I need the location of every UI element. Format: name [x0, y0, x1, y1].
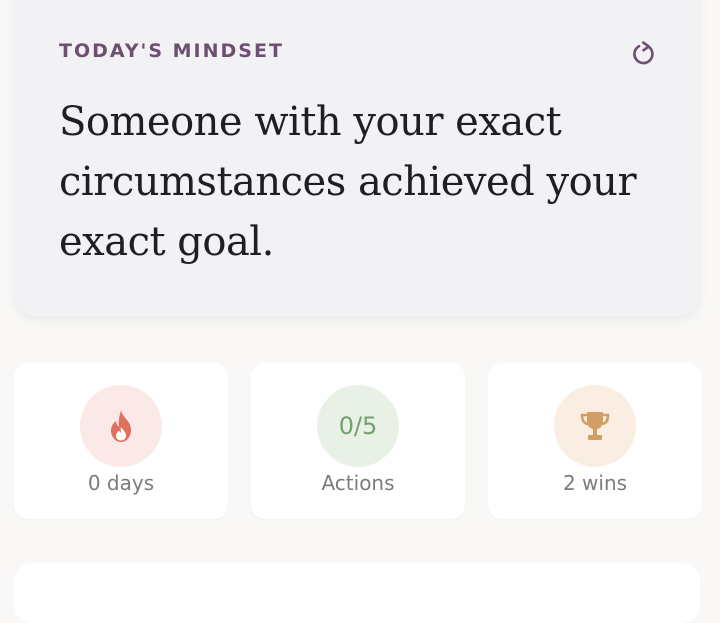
wins-label: 2 wins — [562, 471, 628, 495]
streak-circle — [80, 385, 162, 467]
wins-circle — [554, 385, 636, 467]
next-card — [14, 563, 700, 623]
wins-card[interactable]: 2 wins — [488, 363, 702, 519]
actions-circle: 0/5 — [317, 385, 399, 467]
streak-card[interactable]: 0 days — [14, 363, 228, 519]
refresh-icon — [633, 41, 654, 65]
actions-card[interactable]: 0/5 Actions — [251, 363, 465, 519]
trophy-icon — [580, 412, 610, 440]
mindset-quote: Someone with your exact circumstances ac… — [59, 99, 637, 265]
actions-value: 0/5 — [338, 412, 378, 440]
refresh-button[interactable] — [628, 37, 660, 69]
flame-icon — [111, 410, 131, 442]
streak-label: 0 days — [87, 471, 155, 495]
actions-label: Actions — [321, 471, 395, 495]
mindset-label: TODAY'S MINDSET — [59, 40, 284, 62]
mindset-card: TODAY'S MINDSET Someone with your exact … — [14, 0, 700, 316]
